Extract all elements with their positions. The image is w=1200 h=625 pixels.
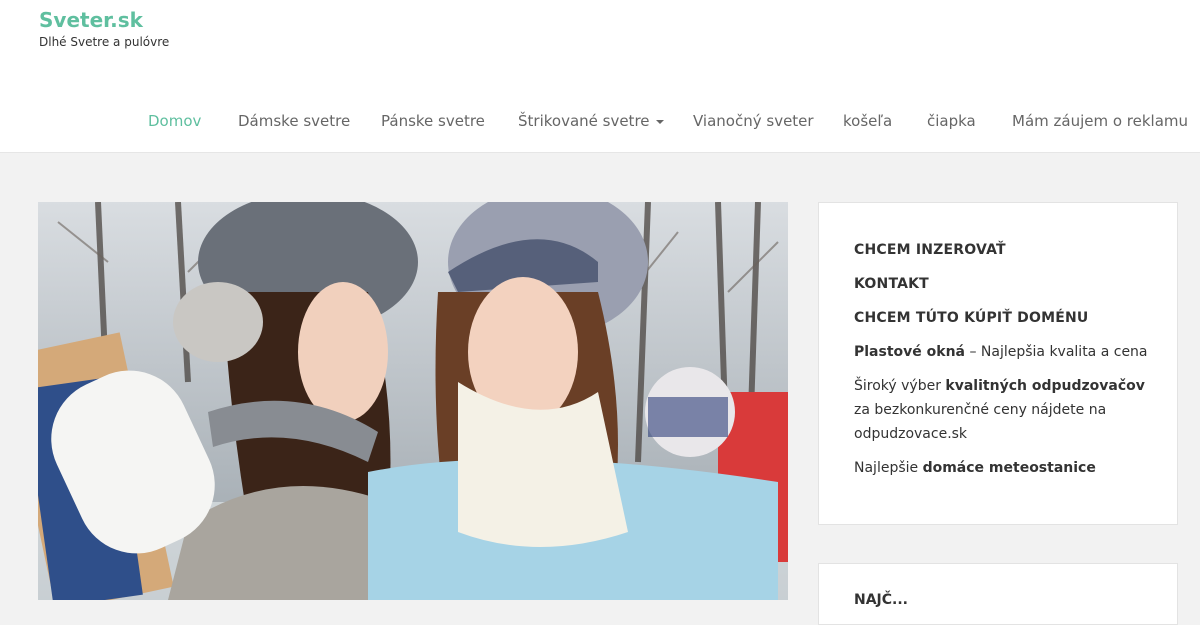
link-chcem-inzerovat[interactable]: CHCEM INZEROVAŤ	[854, 242, 1006, 258]
ad-prefix: Široký výber	[854, 378, 946, 394]
ad-link-text: Plastové okná	[854, 344, 965, 360]
nav-item-strikovane-svetre[interactable]: Štrikované svetre	[518, 112, 664, 130]
caret-down-icon	[655, 119, 664, 124]
hero-image	[38, 202, 788, 600]
nav-item-panske-svetre[interactable]: Pánske svetre	[381, 112, 485, 130]
ad-meteostanice: Najlepšie domáce meteostanice	[854, 456, 1096, 480]
link-kontakt[interactable]: KONTAKT	[854, 276, 929, 292]
site-title[interactable]: Sveter.sk	[39, 8, 143, 32]
ad-line2: za bezkonkurenčné ceny nájdete na	[854, 402, 1107, 418]
nav-item-domov[interactable]: Domov	[148, 112, 201, 130]
nav-item-damske-svetre[interactable]: Dámske svetre	[238, 112, 350, 130]
link-plastove-okna[interactable]: Plastové okná	[854, 344, 965, 360]
ad-link-text: domáce meteostanice	[922, 460, 1096, 476]
link-odpudzovace[interactable]: kvalitných odpudzovačov	[945, 378, 1144, 394]
link-kupit-domenu[interactable]: CHCEM TÚTO KÚPIŤ DOMÉNU	[854, 310, 1088, 326]
ad-prefix: Najlepšie	[854, 460, 923, 476]
sidebar-widget-links: CHCEM INZEROVAŤ KONTAKT CHCEM TÚTO KÚPIŤ…	[818, 202, 1178, 525]
site-header: Sveter.sk Dlhé Svetre a pulóvre Domov Dá…	[0, 0, 1200, 153]
ad-text: – Najlepšia kvalita a cena	[965, 344, 1148, 360]
nav-item-vianocny-sveter[interactable]: Vianočný sveter	[693, 112, 814, 130]
ad-odpudzovace: Široký výber kvalitných odpudzovačov za b…	[854, 374, 1154, 446]
ad-line3: odpudzovace.sk	[854, 426, 968, 442]
ad-plastove-okna: Plastové okná – Najlepšia kvalita a cena	[854, 340, 1148, 364]
nav-item-reklama[interactable]: Mám záujem o reklamu	[1012, 112, 1188, 130]
ad-link-text: kvalitných odpudzovačov	[945, 378, 1145, 394]
nav-item-label: Štrikované svetre	[518, 112, 650, 130]
sidebar-widget-next: NAJČ...	[818, 563, 1178, 625]
main-nav: Domov Dámske svetre Pánske svetre Štriko…	[0, 112, 1200, 134]
widget-title: NAJČ...	[854, 592, 908, 608]
nav-item-ciapka[interactable]: čiapka	[927, 112, 976, 130]
site-tagline: Dlhé Svetre a pulóvre	[39, 35, 170, 49]
nav-item-kosela[interactable]: košeľa	[843, 112, 892, 130]
link-meteostanice[interactable]: domáce meteostanice	[923, 460, 1096, 476]
